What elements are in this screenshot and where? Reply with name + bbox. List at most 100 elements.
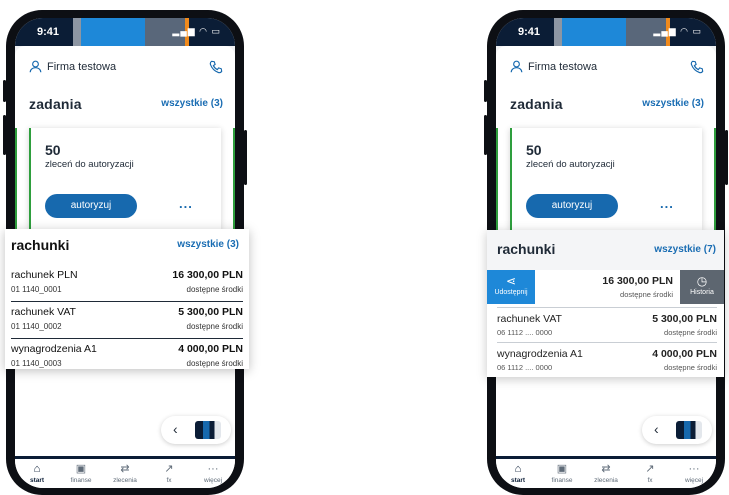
task-card[interactable]: 50 zleceń do autoryzacji autoryzuj ... (29, 128, 235, 230)
tab-finanse[interactable]: ▣ finanse (540, 459, 584, 488)
status-bar: 9:41 ▂▄▆ ◠ ▭ (496, 18, 716, 46)
accounts-card-left: rachunki wszystkie (3) rachunek PLN 01 1… (5, 229, 249, 369)
account-available-label: dostępne środki (186, 285, 243, 294)
wallet-icon: ▣ (75, 463, 87, 475)
power-button (725, 130, 728, 185)
divider (11, 338, 243, 339)
account-amount: 5 300,00 PLN (178, 306, 243, 318)
status-band (81, 18, 145, 46)
divider (497, 342, 717, 343)
signal-wifi-battery-icon: ▂▄▆ ◠ ▭ (653, 26, 702, 36)
tab-label: start (510, 477, 526, 484)
tasks-all-link[interactable]: wszystkie (3) (642, 98, 704, 109)
account-number: 01 1140_0001 (11, 285, 62, 294)
account-row[interactable]: wynagrodzenia A1 06 1112 .... 0000 4 000… (497, 348, 717, 380)
more-options-icon[interactable]: ... (660, 196, 674, 211)
phone-icon[interactable] (690, 60, 704, 74)
company-switcher[interactable]: Firma testowa (510, 60, 597, 73)
card-pager[interactable]: ‹ (161, 416, 231, 444)
user-icon (29, 60, 42, 73)
tab-start[interactable]: ⌂ start (496, 459, 540, 488)
account-amount: 4 000,00 PLN (652, 348, 717, 360)
account-amount: 5 300,00 PLN (652, 313, 717, 325)
share-icon: ⋖ (505, 274, 517, 288)
account-row[interactable]: rachunek VAT 06 1112 .... 0000 5 300,00 … (497, 313, 717, 345)
accounts-all-link[interactable]: wszystkie (7) (654, 244, 716, 255)
volume-button (484, 115, 487, 155)
task-count: 50 (526, 142, 542, 158)
account-available-label: dostępne środki (620, 290, 673, 299)
task-description: zleceń do autoryzacji (526, 159, 615, 170)
account-number: 01 1140_0003 (11, 359, 62, 368)
tab-label: start (29, 477, 45, 484)
history-button[interactable]: ◷ Historia (680, 270, 724, 304)
tab-label: zlecenia (594, 477, 618, 484)
tab-label: fx (166, 477, 172, 484)
tab-fx[interactable]: ↗ fx (628, 459, 672, 488)
more-options-icon[interactable]: ... (179, 196, 193, 211)
accounts-title: rachunki (11, 237, 70, 253)
accounts-card-right: rachunki wszystkie (7) ⋖ Udostępnij 16 3… (487, 230, 724, 377)
authorize-button[interactable]: autoryzuj (526, 194, 618, 218)
swiped-account-row[interactable]: 16 300,00 PLN dostępne środki (543, 275, 673, 305)
tab-label: finanse (551, 477, 573, 484)
account-name: rachunek VAT (11, 306, 76, 318)
account-row[interactable]: rachunek PLN 01 1140_0001 16 300,00 PLN … (11, 269, 243, 301)
account-row[interactable]: rachunek VAT 01 1140_0002 5 300,00 PLN d… (11, 306, 243, 338)
tab-zlecenia[interactable]: ⇄ zlecenia (103, 459, 147, 488)
task-count: 50 (45, 142, 61, 158)
account-name: wynagrodzenia A1 (497, 348, 583, 360)
more-icon: ··· (688, 463, 700, 475)
tab-wiecej[interactable]: ··· więcej (191, 459, 235, 488)
accounts-all-link[interactable]: wszystkie (3) (177, 239, 239, 250)
tab-start[interactable]: ⌂ start (15, 459, 59, 488)
tab-wiecej[interactable]: ··· więcej (672, 459, 716, 488)
account-number: 06 1112 .... 0000 (497, 363, 553, 372)
account-row[interactable]: wynagrodzenia A1 01 1140_0003 4 000,00 P… (11, 343, 243, 375)
transfer-icon: ⇄ (120, 463, 130, 475)
phone-icon[interactable] (209, 60, 223, 74)
account-amount: 16 300,00 PLN (602, 275, 673, 287)
tasks-all-link[interactable]: wszystkie (3) (161, 98, 223, 109)
tab-finanse[interactable]: ▣ finanse (59, 459, 103, 488)
account-available-label: dostępne środki (664, 363, 717, 372)
tasks-title: zadania (510, 96, 563, 112)
account-number: 06 1112 .... 0000 (497, 328, 553, 337)
signal-wifi-battery-icon: ▂▄▆ ◠ ▭ (172, 26, 221, 36)
chevron-left-icon[interactable]: ‹ (173, 421, 178, 437)
task-card[interactable]: 50 zleceń do autoryzacji autoryzuj ... (510, 128, 716, 230)
fx-chart-icon: ↗ (164, 463, 174, 475)
stage: 9:41 ▂▄▆ ◠ ▭ Firma testowa zadania wszys… (0, 0, 729, 495)
next-card-edge (233, 128, 235, 230)
more-icon: ··· (207, 463, 219, 475)
fx-chart-icon: ↗ (645, 463, 655, 475)
authorize-button[interactable]: autoryzuj (45, 194, 137, 218)
share-label: Udostępnij (494, 289, 528, 296)
clock-icon: ◷ (696, 274, 708, 288)
share-button[interactable]: ⋖ Udostępnij (487, 270, 535, 304)
tab-bar: ⌂ start ▣ finanse ⇄ zlecenia ↗ fx ··· więcej (15, 456, 235, 488)
prev-card-edge (15, 128, 17, 230)
company-switcher[interactable]: Firma testowa (29, 60, 116, 73)
power-button (244, 130, 247, 185)
status-bar: 9:41 ▂▄▆ ◠ ▭ (15, 18, 235, 46)
volume-button (3, 115, 6, 155)
account-name: rachunek PLN (11, 269, 78, 281)
status-band (562, 18, 626, 46)
home-icon: ⌂ (33, 463, 41, 475)
account-name: wynagrodzenia A1 (11, 343, 97, 355)
payment-card-icon (676, 421, 702, 439)
tab-fx[interactable]: ↗ fx (147, 459, 191, 488)
next-card-edge (714, 128, 716, 230)
card-pager[interactable]: ‹ (642, 416, 712, 444)
chevron-left-icon[interactable]: ‹ (654, 421, 659, 437)
tasks-title: zadania (29, 96, 82, 112)
tab-zlecenia[interactable]: ⇄ zlecenia (584, 459, 628, 488)
status-band (554, 18, 562, 46)
account-amount: 4 000,00 PLN (178, 343, 243, 355)
account-available-label: dostępne środki (664, 328, 717, 337)
divider (11, 301, 243, 302)
tab-label: zlecenia (113, 477, 137, 484)
home-icon: ⌂ (514, 463, 522, 475)
history-label: Historia (690, 289, 714, 296)
